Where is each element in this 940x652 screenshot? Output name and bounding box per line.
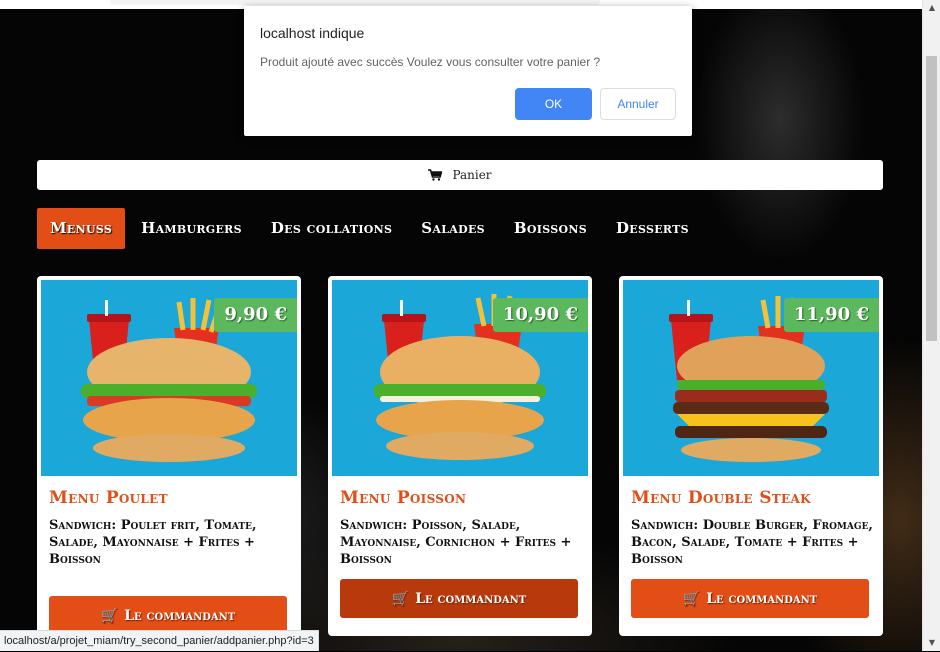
card-description: Sandwich: Double Burger, Fromage, Bacon,… bbox=[631, 518, 873, 567]
product-image: 9,90 € bbox=[41, 280, 297, 476]
cart-icon: 🛒 bbox=[682, 590, 701, 607]
confirm-dialog: localhost indique Produit ajouté avec su… bbox=[244, 6, 692, 136]
cart-icon: 🛒 bbox=[391, 590, 410, 607]
tab-salades[interactable]: Salades bbox=[408, 208, 498, 249]
order-button-label: Le commandant bbox=[124, 607, 236, 624]
price-badge: 9,90 € bbox=[214, 298, 297, 332]
scroll-thumb[interactable] bbox=[926, 56, 937, 341]
card-title: Menu Double Steak bbox=[631, 488, 811, 508]
order-button-label: Le commandant bbox=[415, 590, 527, 607]
cart-icon bbox=[428, 169, 443, 181]
ok-button[interactable]: OK bbox=[515, 88, 592, 120]
dialog-message: Produit ajouté avec succès Voulez vous c… bbox=[260, 55, 601, 69]
vertical-scrollbar[interactable]: ▲ ▼ bbox=[922, 0, 940, 651]
category-tabs: Menuss Hamburgers Des collations Salades… bbox=[37, 208, 705, 249]
tab-des-collations[interactable]: Des collations bbox=[258, 208, 405, 249]
tab-desserts[interactable]: Desserts bbox=[603, 208, 702, 249]
cart-bar[interactable]: Panier bbox=[37, 160, 883, 190]
price-badge: 10,90 € bbox=[492, 298, 588, 332]
scroll-up-icon[interactable]: ▲ bbox=[923, 0, 940, 16]
card-title: Menu Poisson bbox=[340, 488, 467, 508]
order-button[interactable]: 🛒 Le commandant bbox=[631, 579, 869, 618]
tab-hamburgers[interactable]: Hamburgers bbox=[128, 208, 255, 249]
cart-label: Panier bbox=[452, 168, 492, 182]
cancel-button[interactable]: Annuler bbox=[600, 88, 676, 120]
browser-top-pill bbox=[110, 0, 600, 5]
tab-boissons[interactable]: Boissons bbox=[501, 208, 600, 249]
product-image: 11,90 € bbox=[623, 280, 879, 476]
scroll-down-icon[interactable]: ▼ bbox=[923, 635, 940, 651]
order-button[interactable]: 🛒 Le commandant bbox=[340, 579, 578, 618]
product-card-menu-poisson: 10,90 € Menu Poisson Sandwich: Poisson, … bbox=[328, 276, 592, 636]
order-button-label: Le commandant bbox=[706, 590, 818, 607]
price-badge: 11,90 € bbox=[783, 298, 879, 332]
card-title: Menu Poulet bbox=[49, 488, 168, 508]
product-card-menu-double-steak: 11,90 € Menu Double Steak Sandwich: Doub… bbox=[619, 276, 883, 636]
card-description: Sandwich: Poisson, Salade, Mayonnaise, C… bbox=[340, 518, 572, 567]
dialog-title: localhost indique bbox=[260, 25, 365, 41]
tab-menuss[interactable]: Menuss bbox=[37, 208, 126, 249]
card-description: Sandwich: Poulet frit, Tomate, Salade, M… bbox=[49, 518, 257, 567]
product-image: 10,90 € bbox=[332, 280, 588, 476]
cart-icon: 🛒 bbox=[100, 607, 119, 624]
status-bar-url: localhost/a/projet_miam/try_second_panie… bbox=[0, 630, 319, 651]
product-card-menu-poulet: 9,90 € Menu Poulet Sandwich: Poulet frit… bbox=[37, 276, 301, 636]
